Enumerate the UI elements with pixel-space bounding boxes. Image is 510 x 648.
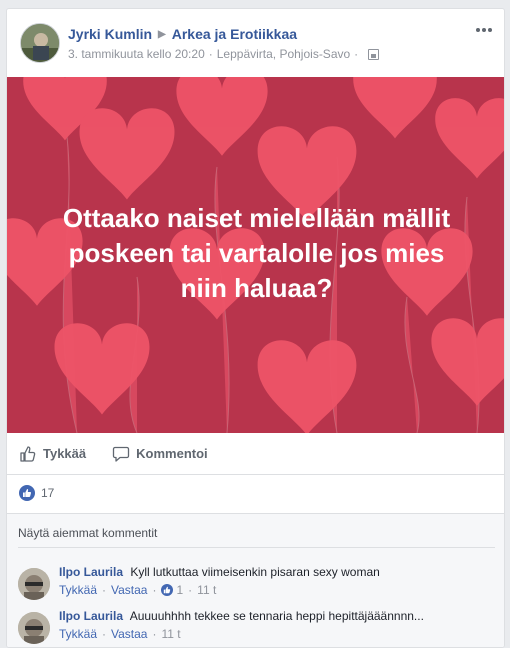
like-label: Tykkää <box>43 446 87 461</box>
reaction-summary[interactable]: 17 <box>19 485 54 501</box>
comment-label: Kommentoi <box>136 446 208 461</box>
comment-like-count[interactable]: 1 <box>176 583 183 597</box>
comment-time[interactable]: 11 t <box>197 583 216 597</box>
comment-like-link[interactable]: Tykkää <box>59 583 97 597</box>
meta-separator: · <box>102 627 107 641</box>
meta-separator: · <box>152 627 157 641</box>
comment-meta: Tykkää · Vastaa · 11 t <box>59 627 181 641</box>
comment-body: Ilpo Laurila Kyll lutkuttaa viimeisenkin… <box>59 564 499 580</box>
comment-reply-link[interactable]: Vastaa <box>111 583 147 597</box>
comment-bubble-icon <box>112 446 130 462</box>
meta-separator-2: · <box>354 47 359 61</box>
group-name[interactable]: Arkea ja Erotiikkaa <box>172 26 297 42</box>
meta-separator: · <box>102 583 107 597</box>
author-line: Jyrki Kumlin ▶ Arkea ja Erotiikkaa <box>68 26 297 42</box>
comment-meta: Tykkää · Vastaa · 1 · 11 t <box>59 583 216 597</box>
author-name[interactable]: Jyrki Kumlin <box>68 26 152 42</box>
commenter-name[interactable]: Ilpo Laurila <box>59 565 123 579</box>
commenter-avatar[interactable] <box>18 612 50 644</box>
post-card: Jyrki Kumlin ▶ Arkea ja Erotiikkaa 3. ta… <box>6 8 505 648</box>
meta-separator: · <box>208 47 213 61</box>
triangle-right-icon: ▶ <box>158 28 166 40</box>
comment-button[interactable]: Kommentoi <box>112 445 208 463</box>
privacy-icon[interactable] <box>368 48 380 60</box>
like-reaction-icon <box>19 485 35 501</box>
image-caption: Ottaako naiset mielellään mällit poskeen… <box>62 203 451 303</box>
comment-divider <box>18 547 495 548</box>
comment-time[interactable]: 11 t <box>161 627 180 641</box>
thumbs-up-icon <box>20 445 36 462</box>
author-avatar[interactable] <box>20 23 60 63</box>
post-location[interactable]: Leppävirta, Pohjois-Savo <box>217 47 350 61</box>
more-options-icon[interactable] <box>476 25 492 35</box>
meta-separator: · <box>152 583 157 597</box>
commenter-avatar[interactable] <box>18 568 50 600</box>
comment-text: Kyll lutkuttaa viimeisenkin pisaran sexy… <box>130 565 380 579</box>
like-reaction-icon <box>161 584 174 596</box>
commenter-name[interactable]: Ilpo Laurila <box>59 609 123 623</box>
post-header: Jyrki Kumlin ▶ Arkea ja Erotiikkaa 3. ta… <box>7 9 504 77</box>
comment-reply-link[interactable]: Vastaa <box>111 627 147 641</box>
post-meta: 3. tammikuuta kello 20:20 · Leppävirta, … <box>68 47 380 61</box>
comment-text: Auuuuhhhh tekkee se tennaria heppi hepit… <box>129 609 424 623</box>
comment-like-link[interactable]: Tykkää <box>59 627 97 641</box>
post-actions: Tykkää Kommentoi <box>7 433 504 475</box>
post-timestamp[interactable]: 3. tammikuuta kello 20:20 <box>68 47 205 61</box>
comment-body: Ilpo Laurila Auuuuhhhh tekkee se tennari… <box>59 608 499 624</box>
post-image[interactable]: Ottaako naiset mielellään mällit poskeen… <box>7 77 504 433</box>
comments-section: Näytä aiemmat kommentit Ilpo Laurila Kyl… <box>7 513 504 647</box>
reaction-count: 17 <box>41 486 55 500</box>
like-button[interactable]: Tykkää <box>19 445 86 463</box>
meta-separator: · <box>188 583 193 597</box>
view-previous-comments-link[interactable]: Näytä aiemmat kommentit <box>18 526 157 540</box>
